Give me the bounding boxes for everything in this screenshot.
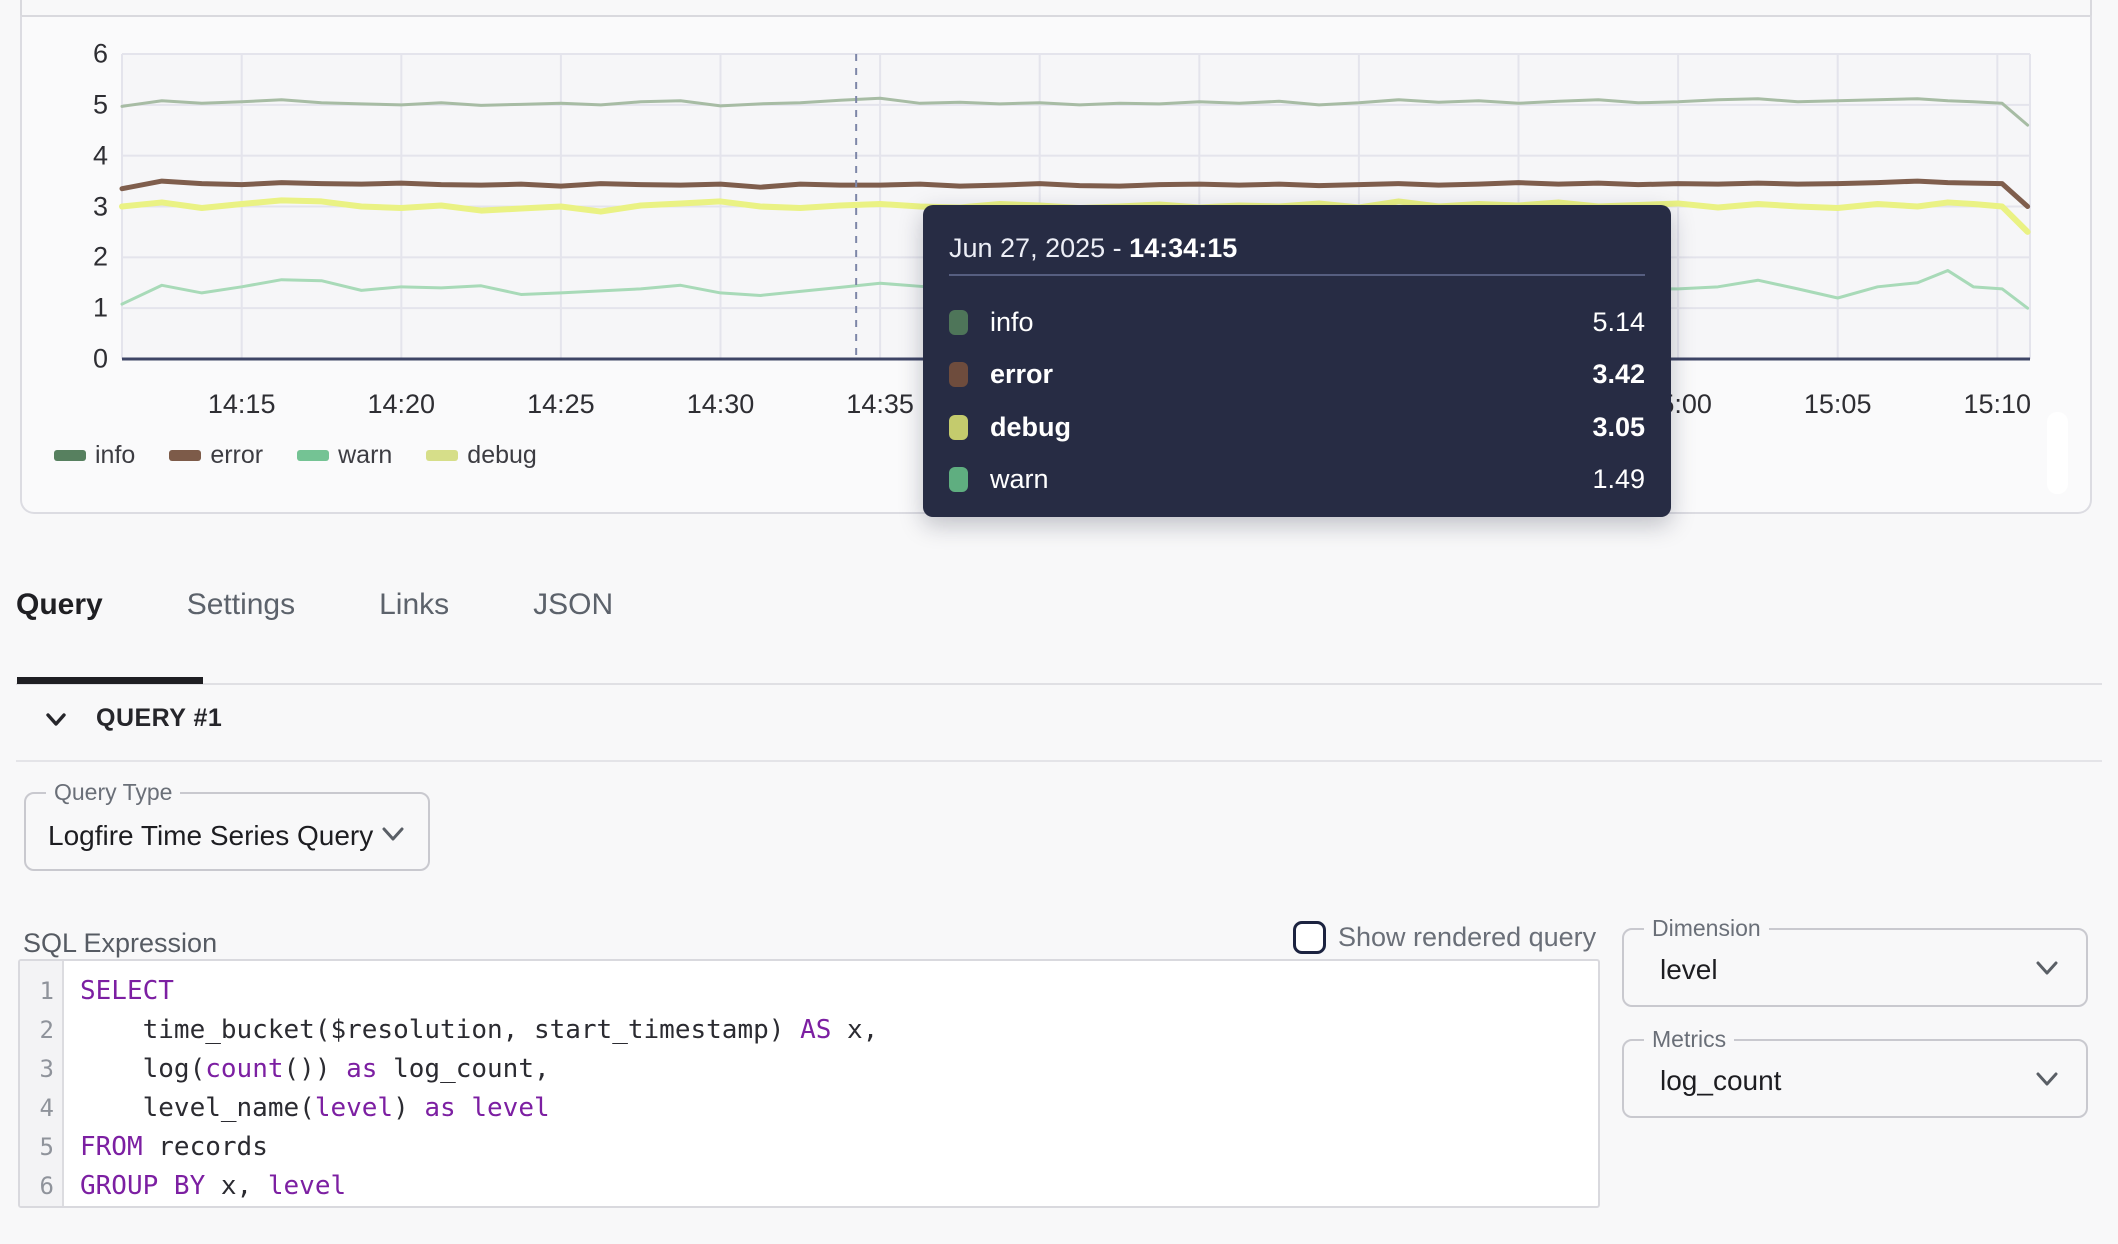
x-tick-label: 14:35 — [846, 389, 914, 420]
line-number: 4 — [20, 1089, 54, 1128]
error-swatch — [169, 450, 201, 461]
legend-label: debug — [467, 441, 537, 470]
y-tick-label: 6 — [38, 39, 108, 70]
tab-query[interactable]: Query — [16, 588, 103, 630]
dimension-label: Dimension — [1644, 915, 1769, 942]
code-line: FROM records — [80, 1128, 1598, 1167]
tab-json[interactable]: JSON — [533, 588, 613, 630]
error-swatch — [949, 362, 968, 387]
info-swatch — [54, 450, 86, 461]
code-line: level_name(level) as level — [80, 1089, 1598, 1128]
y-tick-label: 3 — [38, 191, 108, 222]
legend-item-debug[interactable]: debug — [426, 441, 537, 470]
show-rendered-query-label: Show rendered query — [1338, 922, 1596, 953]
warn-swatch — [949, 467, 968, 492]
tooltip-series-value: 1.49 — [1592, 464, 1645, 495]
section-divider — [16, 760, 2102, 762]
code-line: GROUP BY x, level — [80, 1167, 1598, 1206]
tooltip-row-error: error 3.42 — [949, 357, 1645, 391]
sql-code-editor[interactable]: 123456 SELECT time_bucket($resolution, s… — [18, 959, 1600, 1208]
y-tick-label: 0 — [38, 344, 108, 375]
tooltip-series-label: warn — [990, 464, 1049, 495]
info-swatch — [949, 310, 968, 335]
series-line-info — [122, 98, 2028, 125]
metrics-value: log_count — [1660, 1065, 1781, 1097]
tab-settings[interactable]: Settings — [187, 588, 295, 630]
x-tick-label: 14:25 — [527, 389, 595, 420]
debug-swatch — [949, 415, 968, 440]
dimension-value: level — [1660, 954, 1718, 986]
chevron-down-icon — [42, 705, 70, 733]
sql-expression-label: SQL Expression — [23, 928, 217, 959]
tooltip-timestamp: Jun 27, 2025 - 14:34:15 — [949, 233, 1237, 264]
chart-legend: info error warn debug — [54, 441, 537, 470]
y-tick-label: 5 — [38, 89, 108, 120]
tooltip-series-value: 3.05 — [1592, 412, 1645, 443]
legend-label: info — [95, 441, 135, 470]
tooltip-series-value: 5.14 — [1592, 307, 1645, 338]
metrics-label: Metrics — [1644, 1026, 1734, 1053]
show-rendered-query-control: Show rendered query — [1293, 921, 1596, 954]
sql-code[interactable]: SELECT time_bucket($resolution, start_ti… — [64, 961, 1598, 1206]
query-type-label: Query Type — [46, 779, 180, 806]
chevron-down-icon — [2032, 1069, 2062, 1089]
tooltip-row-debug: debug 3.05 — [949, 410, 1645, 444]
tooltip-series-label: error — [990, 359, 1053, 390]
line-number: 2 — [20, 1011, 54, 1050]
code-line: SELECT — [80, 972, 1598, 1011]
screen: 0123456 14:1514:2014:2514:3014:3514:4014… — [0, 0, 2118, 1244]
line-number: 5 — [20, 1128, 54, 1167]
tab-divider — [16, 683, 2102, 685]
query-section-toggle[interactable]: QUERY #1 — [42, 704, 222, 733]
tooltip-row-warn: warn 1.49 — [949, 462, 1645, 496]
y-tick-label: 4 — [38, 140, 108, 171]
x-tick-label: 14:30 — [687, 389, 755, 420]
legend-item-warn[interactable]: warn — [297, 441, 392, 470]
code-line: log(count()) as log_count, — [80, 1050, 1598, 1089]
x-tick-label: 15:10 — [1964, 389, 2032, 420]
x-tick-label: 14:20 — [368, 389, 436, 420]
x-tick-label: 14:15 — [208, 389, 276, 420]
show-rendered-query-checkbox[interactable] — [1293, 921, 1326, 954]
debug-swatch — [426, 450, 458, 461]
legend-label: error — [210, 441, 263, 470]
query-type-value: Logfire Time Series Query — [48, 820, 373, 852]
active-tab-indicator — [17, 677, 203, 684]
tooltip-series-value: 3.42 — [1592, 359, 1645, 390]
legend-label: warn — [338, 441, 392, 470]
line-number: 1 — [20, 972, 54, 1011]
tooltip-series-label: info — [990, 307, 1034, 338]
tooltip-divider — [949, 274, 1645, 276]
line-number-gutter: 123456 — [20, 961, 64, 1206]
y-tick-label: 2 — [38, 242, 108, 273]
tab-links[interactable]: Links — [379, 588, 449, 630]
x-tick-label: 15:05 — [1804, 389, 1872, 420]
chevron-down-icon — [378, 824, 408, 844]
scrollbar-thumb[interactable] — [2047, 412, 2068, 494]
tooltip-series-label: debug — [990, 412, 1071, 443]
warn-swatch — [297, 450, 329, 461]
panel-edge-stub-right — [2090, 0, 2092, 15]
y-tick-label: 1 — [38, 293, 108, 324]
chevron-down-icon — [2032, 958, 2062, 978]
tab-bar: Query Settings Links JSON — [16, 588, 613, 630]
panel-edge-stub-left — [20, 0, 22, 15]
legend-item-info[interactable]: info — [54, 441, 135, 470]
line-number: 3 — [20, 1050, 54, 1089]
chart-tooltip: Jun 27, 2025 - 14:34:15 info 5.14 error … — [923, 205, 1671, 517]
query-section-title: QUERY #1 — [96, 704, 222, 733]
code-line: time_bucket($resolution, start_timestamp… — [80, 1011, 1598, 1050]
tooltip-row-info: info 5.14 — [949, 305, 1645, 339]
line-number: 6 — [20, 1167, 54, 1206]
legend-item-error[interactable]: error — [169, 441, 263, 470]
